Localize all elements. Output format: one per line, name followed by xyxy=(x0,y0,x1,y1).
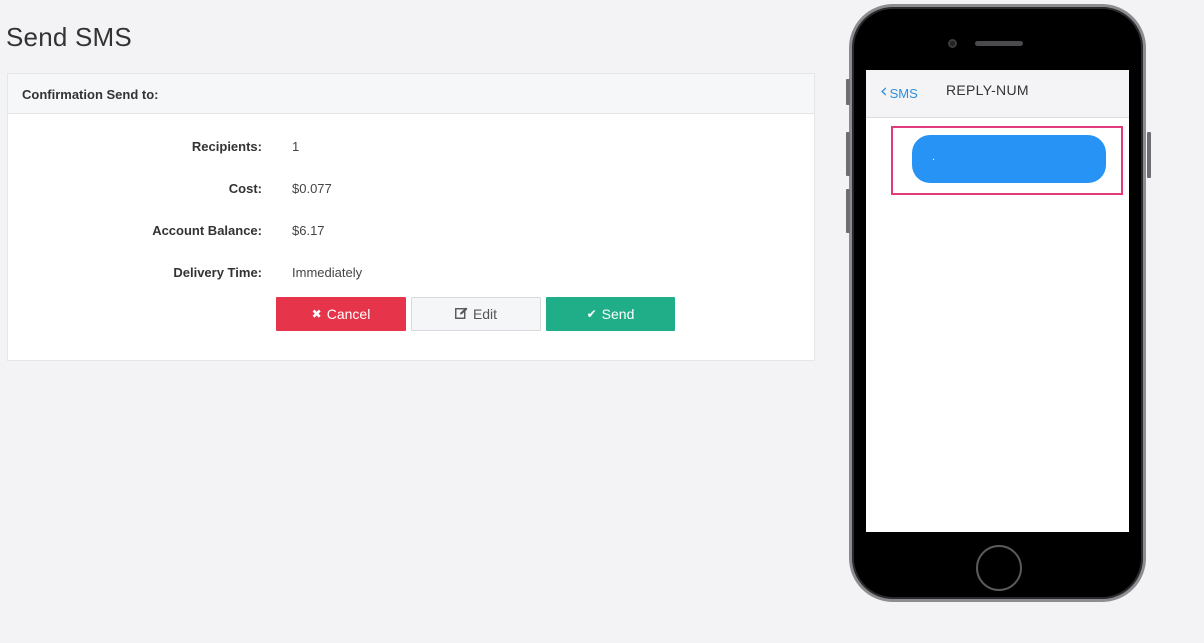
edit-button-label: Edit xyxy=(472,306,498,322)
recipients-row: Recipients: 1 xyxy=(8,139,814,157)
volume-down-button xyxy=(846,189,850,233)
delivery-time-value: Immediately xyxy=(292,265,363,280)
cost-row: Cost: $0.077 xyxy=(8,181,814,199)
cancel-button-label: Cancel xyxy=(326,306,371,322)
mute-switch xyxy=(846,79,850,105)
recipients-value: 1 xyxy=(292,139,300,154)
send-button-label: Send xyxy=(601,306,635,322)
account-balance-row: Account Balance: $6.17 xyxy=(8,223,814,241)
message-highlight-frame: . xyxy=(891,126,1123,195)
edit-icon xyxy=(454,307,468,322)
edit-button[interactable]: Edit xyxy=(411,297,541,331)
message-bubble: . xyxy=(912,135,1106,183)
account-balance-label: Account Balance: xyxy=(152,223,262,238)
delivery-time-label: Delivery Time: xyxy=(173,265,262,280)
send-button[interactable]: ✔ Send xyxy=(546,297,675,331)
camera-icon xyxy=(948,39,957,48)
recipients-label: Recipients: xyxy=(191,139,262,154)
cancel-button[interactable]: ✖ Cancel xyxy=(276,297,406,331)
home-button xyxy=(976,545,1022,591)
phone-screen: ‹ SMS REPLY-NUM . xyxy=(866,70,1129,532)
volume-up-button xyxy=(846,132,850,176)
confirmation-panel: Confirmation Send to: Recipients: 1 Cost… xyxy=(7,73,815,361)
check-icon: ✔ xyxy=(586,307,597,321)
contact-name: REPLY-NUM xyxy=(946,82,1029,98)
phone-preview: ‹ SMS REPLY-NUM . xyxy=(846,4,1151,602)
delivery-time-row: Delivery Time: Immediately xyxy=(8,265,814,283)
messages-nav-bar: ‹ SMS REPLY-NUM xyxy=(866,70,1129,118)
times-icon: ✖ xyxy=(311,307,322,321)
account-balance-value: $6.17 xyxy=(292,223,325,238)
cost-label: Cost: xyxy=(228,181,262,196)
chevron-left-icon: ‹ xyxy=(880,79,888,102)
page-title: Send SMS xyxy=(6,22,132,52)
panel-heading: Confirmation Send to: xyxy=(8,74,814,114)
power-button xyxy=(1147,132,1151,178)
cost-value: $0.077 xyxy=(292,181,332,196)
back-label: SMS xyxy=(889,86,918,101)
back-to-sms-link[interactable]: ‹ SMS xyxy=(880,81,918,101)
speaker-grille xyxy=(975,41,1023,46)
